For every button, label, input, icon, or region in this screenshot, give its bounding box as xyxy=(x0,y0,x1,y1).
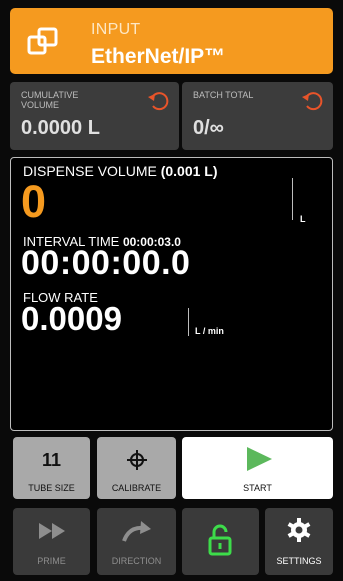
header-subtitle: INPUT xyxy=(91,21,141,38)
flow-rate-value: 0.0009 xyxy=(21,300,122,337)
direction-button[interactable]: DIRECTION xyxy=(97,508,176,575)
divider xyxy=(292,178,293,220)
fast-forward-icon xyxy=(39,523,65,539)
direction-label: DIRECTION xyxy=(111,556,162,566)
calibrate-label: CALIBRATE xyxy=(111,483,162,493)
unlock-icon xyxy=(208,524,232,556)
play-icon xyxy=(247,447,272,471)
input-mode-header[interactable]: INPUT EtherNet/IP™ xyxy=(10,8,333,74)
reset-icon[interactable] xyxy=(147,90,169,112)
cumulative-volume-value: 0.0000 L xyxy=(21,117,100,139)
prime-label: PRIME xyxy=(37,556,66,566)
dispense-volume-heading: DISPENSE VOLUME (0.001 L) xyxy=(23,163,218,179)
batch-total-tile: BATCH TOTAL 0/∞ xyxy=(182,82,333,150)
tube-size-button[interactable]: 11 TUBE SIZE xyxy=(13,437,90,499)
tube-size-value: 11 xyxy=(41,450,62,470)
tube-size-label: TUBE SIZE xyxy=(28,483,75,493)
settings-label: SETTINGS xyxy=(276,556,322,566)
cumulative-volume-tile: CUMULATIVE VOLUME 0.0000 L xyxy=(10,82,179,150)
batch-total-label: BATCH TOTAL xyxy=(193,90,254,100)
lock-button[interactable] xyxy=(182,508,259,575)
dispense-volume-resolution: (0.001 L) xyxy=(160,163,218,179)
start-label: START xyxy=(243,483,272,493)
pump-display-panel: DISPENSE VOLUME (0.001 L) 0 L INTERVAL T… xyxy=(10,157,333,431)
gear-icon xyxy=(287,518,311,542)
prime-button[interactable]: PRIME xyxy=(13,508,90,575)
batch-total-value: 0/∞ xyxy=(193,117,224,139)
network-icon xyxy=(27,27,58,55)
divider xyxy=(188,308,189,336)
start-button[interactable]: START xyxy=(182,437,333,499)
curved-arrow-icon xyxy=(122,521,151,542)
settings-button[interactable]: SETTINGS xyxy=(265,508,333,575)
dispense-volume-unit: L xyxy=(300,214,306,224)
dispense-volume-value: 0 xyxy=(21,176,47,227)
reset-icon[interactable] xyxy=(301,90,323,112)
crosshair-icon xyxy=(127,450,147,470)
header-title: EtherNet/IP™ xyxy=(91,45,226,68)
timer-readout: 00:00:00.0 xyxy=(21,244,191,282)
calibrate-button[interactable]: CALIBRATE xyxy=(97,437,176,499)
cumulative-volume-label: CUMULATIVE VOLUME xyxy=(21,90,79,110)
flow-rate-unit: L / min xyxy=(195,326,224,336)
